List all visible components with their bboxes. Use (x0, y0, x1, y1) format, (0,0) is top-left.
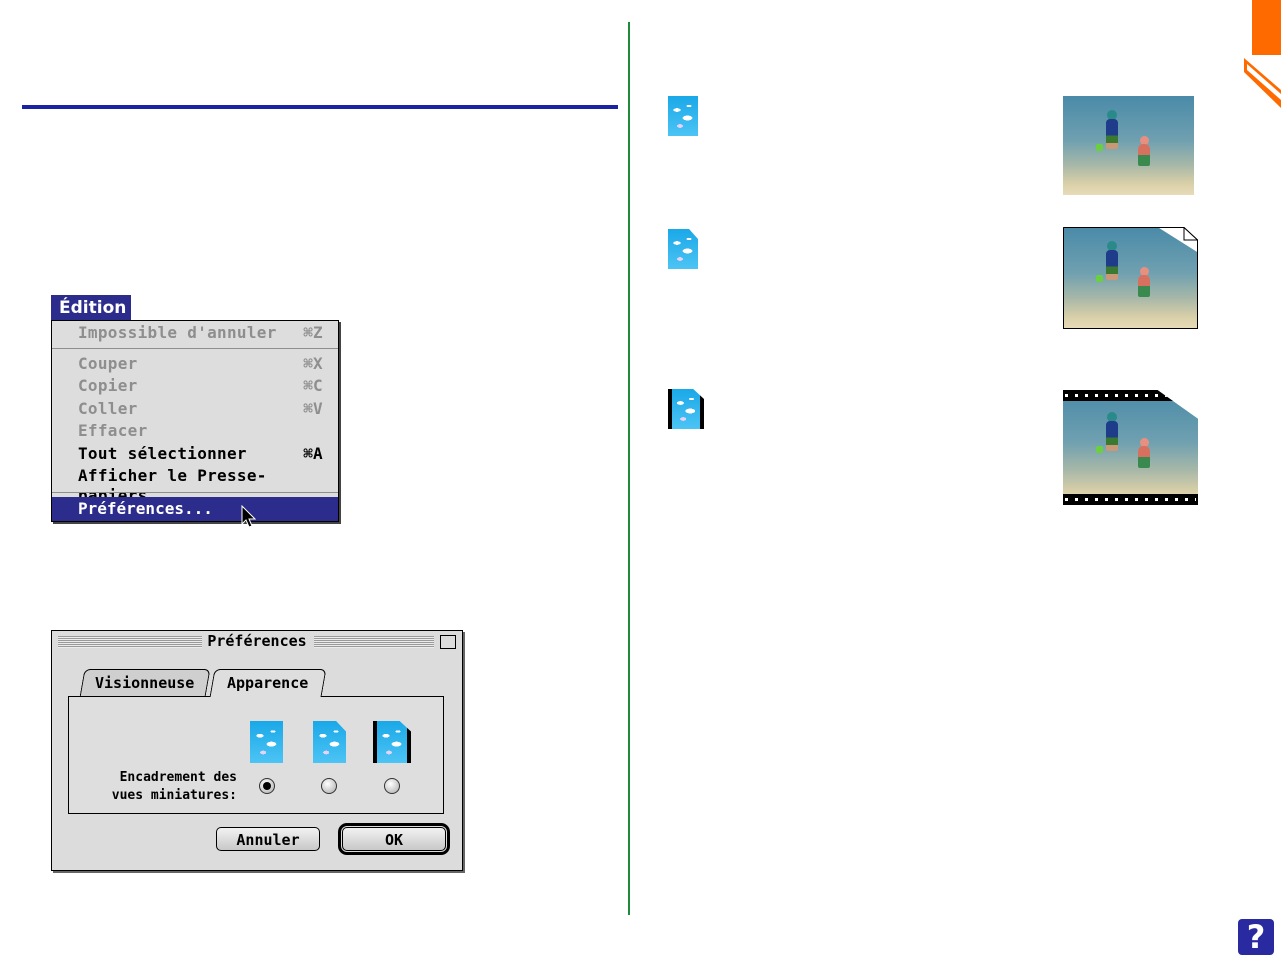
title-bar-stripes (314, 636, 434, 648)
plain-thumbnail-icon (250, 721, 283, 763)
help-button[interactable]: ? (1238, 919, 1274, 955)
filmstrip-frame-preview (1063, 390, 1198, 505)
dialog-title-bar[interactable]: Préférences (52, 631, 462, 653)
plain-thumbnail-icon (668, 96, 698, 136)
menu-item-undo[interactable]: Impossible d'annuler ⌘Z (78, 323, 323, 343)
filmstrip-thumbnail-icon (668, 389, 704, 429)
cursor-arrow-icon (241, 505, 257, 528)
menu-separator (52, 348, 338, 349)
menu-item-select-all[interactable]: Tout sélectionner ⌘A (78, 444, 323, 464)
cancel-button[interactable]: Annuler (216, 827, 320, 851)
shortcut: ⌘C (303, 376, 323, 395)
corner-tab[interactable] (1244, 0, 1281, 110)
shortcut: ⌘V (303, 399, 323, 418)
edit-menu-title[interactable]: Édition (51, 295, 131, 321)
menu-item-clear[interactable]: Effacer (78, 421, 323, 441)
shortcut: ⌘A (303, 444, 323, 463)
film-strip-bottom (1063, 494, 1198, 505)
collapse-box-icon[interactable] (440, 635, 456, 649)
section-divider (22, 105, 618, 109)
radio-plain-frame[interactable] (259, 778, 275, 794)
menu-item-cut[interactable]: Couper ⌘X (78, 354, 323, 374)
column-divider (628, 22, 630, 915)
shortcut: ⌘X (303, 354, 323, 373)
plain-frame-preview (1063, 96, 1194, 195)
dogear-frame-outline (1063, 227, 1198, 329)
shortcut: ⌘Z (303, 323, 323, 342)
tab-viewer[interactable]: Visionneuse (79, 669, 211, 697)
title-bar-stripes (58, 636, 202, 648)
menu-item-preferences[interactable]: Préférences... (52, 497, 338, 521)
dogear-thumbnail-icon (668, 229, 698, 269)
dialog-title: Préférences (207, 632, 307, 650)
radio-dogear-frame[interactable] (321, 778, 337, 794)
dogear-thumbnail-icon (313, 721, 346, 763)
tab-appearance[interactable]: Apparence (209, 669, 327, 697)
preferences-dialog: Préférences Visionneuse Apparence Encadr… (51, 630, 463, 871)
ok-button[interactable]: OK (338, 823, 450, 855)
menu-item-paste[interactable]: Coller ⌘V (78, 399, 323, 419)
menu-separator (52, 492, 338, 493)
filmstrip-thumbnail-icon (373, 721, 411, 763)
film-strip-top (1063, 390, 1198, 401)
thumbnail-frame-label: Encadrement des vues miniatures: (111, 770, 237, 803)
radio-filmstrip-frame[interactable] (384, 778, 400, 794)
edit-menu: Impossible d'annuler ⌘Z Couper ⌘X Copier… (51, 320, 339, 522)
menu-item-copy[interactable]: Copier ⌘C (78, 376, 323, 396)
